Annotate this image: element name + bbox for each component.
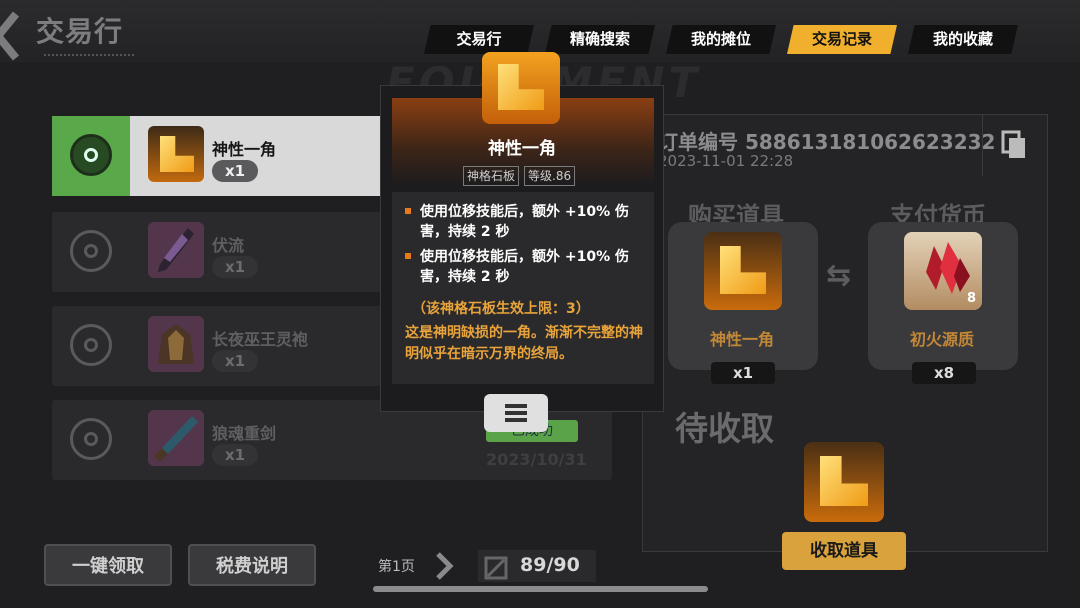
- tax-info-button[interactable]: 税费说明: [188, 544, 316, 586]
- tooltip-lore: 这是神明缺损的一角。渐渐不完整的神明似乎在暗示万界的终局。: [405, 325, 643, 362]
- golden-corner-shard-icon: [148, 126, 204, 182]
- payment-item-name: 初火源质: [910, 330, 975, 349]
- item-quantity: x1: [212, 160, 258, 182]
- red-crystal-icon: 8: [904, 232, 982, 310]
- golden-corner-shard-icon: [704, 232, 782, 310]
- page-title: 交易行: [36, 15, 124, 48]
- payment-item-quantity: x8: [912, 362, 976, 384]
- order-time: 2023-11-01 22:28: [658, 152, 794, 170]
- tab-my-favorites[interactable]: 我的收藏: [908, 25, 1018, 54]
- tooltip-item-name: 神性一角: [488, 139, 556, 159]
- robe-icon: [148, 316, 204, 372]
- recycle-icon: [70, 324, 112, 366]
- recycle-icon: [70, 418, 112, 460]
- collect-item-button[interactable]: 收取道具: [782, 532, 906, 570]
- order-number: 订单编号 588613181062623232: [658, 130, 996, 154]
- item-name: 狼魂重剑: [212, 424, 277, 443]
- tab-trade-records[interactable]: 交易记录: [787, 25, 897, 54]
- capacity-count: 89/90: [520, 554, 580, 576]
- currency-count-badge: 8: [966, 291, 976, 306]
- tab-precise-search[interactable]: 精确搜索: [545, 25, 655, 54]
- pending-collect-title: 待收取: [675, 409, 774, 448]
- tab-trading[interactable]: 交易行: [424, 25, 534, 54]
- item-quantity: x1: [212, 350, 258, 372]
- back-button[interactable]: [0, 6, 20, 66]
- buy-item-name: 神性一角: [710, 330, 775, 349]
- home-indicator: [373, 586, 708, 592]
- tooltip-effect: 使用位移技能后，额外 +10% 伤害，持续 2 秒: [420, 204, 629, 240]
- chevron-right-icon: [436, 552, 454, 580]
- item-quantity: x1: [212, 256, 258, 278]
- dark-dagger-icon: [148, 222, 204, 278]
- record-date: 2023/10/31: [486, 450, 587, 469]
- chevron-left-icon: [0, 11, 20, 61]
- tab-my-stall[interactable]: 我的摊位: [666, 25, 776, 54]
- copy-button[interactable]: [982, 114, 1047, 176]
- bullet-icon: [405, 253, 411, 259]
- page-number: 第1页: [378, 559, 415, 575]
- tooltip-menu-button[interactable]: [484, 394, 548, 432]
- tooltip-effect: 使用位移技能后，额外 +10% 伤害，持续 2 秒: [420, 249, 629, 285]
- tooltip-tag-level: 等级.86: [524, 166, 576, 186]
- capacity-icon: [484, 556, 508, 580]
- next-page-button[interactable]: [432, 548, 456, 584]
- buy-item-quantity: x1: [711, 362, 775, 384]
- item-name: 神性一角: [212, 140, 277, 159]
- title-decoration: [44, 54, 134, 60]
- bullet-icon: [405, 208, 411, 214]
- recycle-icon: [70, 134, 112, 176]
- exchange-arrows-icon: ⇆: [826, 258, 852, 293]
- copy-icon: [1001, 130, 1025, 158]
- claim-all-button[interactable]: 一键领取: [44, 544, 172, 586]
- menu-icon: [505, 404, 527, 422]
- item-name: 伏流: [212, 236, 245, 255]
- greatsword-icon: [148, 410, 204, 466]
- golden-corner-shard-icon: [482, 52, 560, 124]
- golden-corner-shard-icon: [804, 442, 884, 522]
- tooltip-limit: （该神格石板生效上限：3）: [412, 301, 590, 317]
- recycle-icon: [70, 230, 112, 272]
- item-quantity: x1: [212, 444, 258, 466]
- item-name: 长夜巫王灵袍: [212, 330, 309, 349]
- tooltip-tag-type: 神格石板: [463, 166, 520, 186]
